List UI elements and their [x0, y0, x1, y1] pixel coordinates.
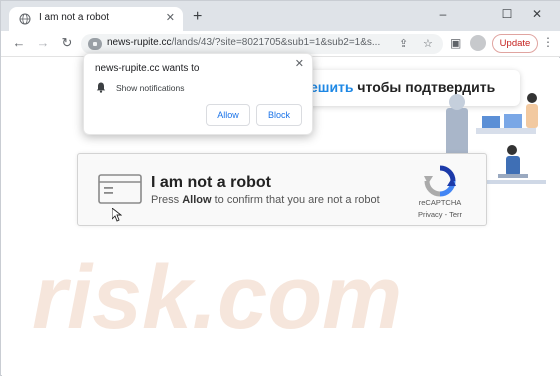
bell-icon — [96, 82, 106, 93]
watermark-text: risk.com — [32, 248, 402, 348]
close-icon[interactable]: ✕ — [295, 57, 304, 70]
address-bar[interactable]: news-rupite.cc/lands/43/?site=8021705&su… — [81, 34, 443, 54]
captcha-box: I am not a robot Press Allow to confirm … — [77, 153, 487, 226]
recaptcha-label: reCAPTCHA — [418, 198, 462, 207]
allow-button[interactable]: Allow — [206, 104, 250, 126]
browser-window: I am not a robot ✕ + – ☐ ✕ ← → ↻ news-ru… — [0, 0, 560, 376]
url-text[interactable]: news-rupite.cc/lands/43/?site=8021705&su… — [107, 37, 397, 48]
tab-title: I am not a robot — [39, 12, 110, 23]
new-tab-button[interactable]: + — [193, 9, 202, 25]
globe-icon — [19, 13, 31, 25]
prompt-title: news-rupite.cc wants to — [95, 63, 200, 74]
update-button[interactable]: Update — [492, 34, 538, 53]
star-icon[interactable]: ☆ — [423, 37, 433, 50]
close-window-icon[interactable]: ✕ — [529, 7, 545, 21]
maximize-icon[interactable]: ☐ — [499, 7, 515, 21]
back-icon[interactable]: ← — [11, 35, 27, 50]
profile-icon[interactable] — [470, 35, 486, 51]
tab-strip: I am not a robot ✕ + – ☐ ✕ — [1, 1, 560, 31]
block-button[interactable]: Block — [256, 104, 302, 126]
menu-icon[interactable]: ⋮ — [542, 35, 554, 49]
recaptcha-icon — [424, 165, 456, 197]
permission-text: Show notifications — [116, 83, 185, 93]
share-icon[interactable]: ⇪ — [399, 37, 408, 50]
captcha-title: I am not a robot — [151, 174, 271, 191]
tab-close-icon[interactable]: ✕ — [166, 11, 175, 24]
recaptcha-links[interactable]: Privacy - Terr — [408, 210, 472, 219]
reload-icon[interactable]: ↻ — [59, 35, 75, 51]
forward-icon[interactable]: → — [35, 35, 51, 50]
sidepanel-icon[interactable]: ▣ — [450, 36, 461, 50]
mouse-cursor-icon — [112, 208, 122, 222]
minimize-icon[interactable]: – — [435, 7, 451, 21]
lock-icon[interactable] — [88, 38, 102, 50]
browser-window-icon — [98, 174, 142, 204]
tab-active[interactable]: I am not a robot ✕ — [9, 7, 183, 31]
notification-permission-prompt: news-rupite.cc wants to ✕ Show notificat… — [83, 53, 313, 135]
captcha-instruction: Press Allow to confirm that you are not … — [151, 194, 380, 206]
